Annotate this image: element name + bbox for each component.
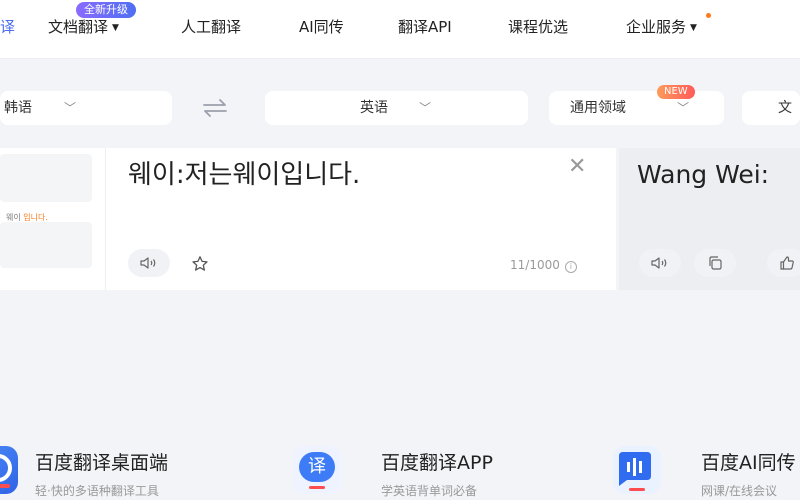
domain-label: 通用领域 [570, 100, 626, 116]
source-text-panel[interactable]: 웨이:저는웨이입니다. ✕ 11/1000 i [106, 148, 616, 290]
desktop-app-icon [0, 446, 18, 494]
swap-languages-icon[interactable] [201, 98, 229, 118]
new-badge: NEW [657, 85, 695, 99]
translation-result-panel: Wang Wei: [619, 148, 800, 290]
extra-option-select[interactable]: 文 [742, 91, 800, 125]
nav-item-courses[interactable]: 课程优选 [508, 16, 568, 38]
chevron-down-icon: ﹀ [419, 101, 432, 115]
copy-icon [709, 256, 722, 270]
translation-result-text: Wang Wei: [637, 160, 770, 189]
speaker-button[interactable] [639, 249, 681, 277]
source-language-select[interactable]: 韩语 ﹀ [0, 91, 172, 125]
copy-button[interactable] [694, 249, 736, 277]
translate-app-glyph: 译 [299, 452, 335, 482]
thumbs-up-icon [780, 256, 794, 270]
promo-subtitle: 学英语背单词必备 [381, 484, 478, 498]
upgrade-badge: 全新升级 [76, 2, 136, 18]
extra-option-label: 文 [778, 100, 792, 116]
promo-subtitle: 轻·快的多语种翻译工具 [35, 484, 159, 498]
character-counter: 11/1000 i [510, 258, 577, 273]
speaker-icon [651, 257, 667, 269]
promo-subtitle: 网课/在线会议 [701, 484, 778, 498]
thumbnail-card[interactable] [0, 154, 92, 202]
speaker-icon [140, 257, 156, 269]
app-icon-accent [309, 486, 325, 489]
nav-item-enterprise-services[interactable]: 企业服务 ▼ [626, 16, 697, 38]
source-text-input[interactable]: 웨이:저는웨이입니다. [128, 154, 360, 191]
nav-item-translate-partial[interactable]: 译 [0, 16, 15, 38]
clear-text-icon[interactable]: ✕ [568, 156, 586, 178]
source-language-label: 韩语 [4, 100, 32, 116]
ai-interpretation-icon [613, 446, 661, 494]
thumbnail-card[interactable] [0, 222, 92, 268]
caret-down-icon: ▼ [690, 23, 697, 33]
domain-select[interactable]: 通用领域 ﹀ [549, 91, 724, 125]
nav-item-label: 企业服务 [626, 18, 687, 36]
ai-interpretation-logo [619, 452, 651, 491]
desktop-app-logo [0, 454, 12, 488]
caret-down-icon: ▼ [112, 23, 119, 33]
favorite-star-icon[interactable] [190, 254, 210, 274]
target-language-label: 英语 [360, 100, 388, 116]
speaker-button[interactable] [128, 249, 170, 277]
target-language-select[interactable]: 英语 ﹀ [265, 91, 528, 125]
star-icon [192, 256, 208, 271]
nav-item-ai-interpretation[interactable]: AI同传 [299, 16, 344, 38]
translate-app-icon: 译 [293, 446, 341, 494]
nav-item-translation-api[interactable]: 翻译API [398, 16, 452, 38]
top-navigation: 译 文档翻译 ▼ 全新升级 人工翻译 AI同传 翻译API 课程优选 企业服务 ▼ [0, 0, 800, 59]
chevron-down-icon: ﹀ [64, 101, 77, 115]
promo-title: 百度翻译桌面端 [35, 452, 169, 474]
info-icon: i [564, 261, 577, 273]
promo-title: 百度AI同传 [701, 452, 796, 474]
notification-dot [706, 13, 711, 18]
nav-item-label: 文档翻译 [48, 18, 109, 36]
promo-title: 百度翻译APP [381, 452, 493, 474]
thumbnail-text: 웨이 입니다. [6, 213, 48, 222]
thumbs-up-button[interactable] [767, 249, 800, 277]
nav-item-document-translation[interactable]: 文档翻译 ▼ [48, 16, 119, 38]
nav-item-human-translation[interactable]: 人工翻译 [181, 16, 241, 38]
